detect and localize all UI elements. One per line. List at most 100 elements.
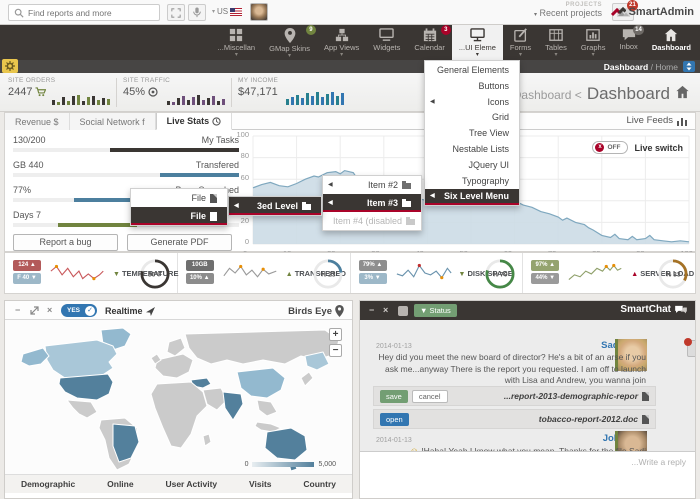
search-icon (14, 8, 24, 18)
collapse-button[interactable]: − (15, 305, 20, 316)
kpi-badge: 3% ▼ (359, 273, 387, 284)
live-switch-label: Live switch (634, 143, 683, 153)
reply-textarea[interactable] (360, 452, 695, 498)
region-europe (155, 354, 193, 378)
tab-demographic[interactable]: Demographic (21, 479, 75, 489)
menu-item-grid[interactable]: Grid (425, 110, 519, 126)
calendar-badge: 3 (441, 25, 451, 35)
gear-icon (5, 61, 15, 71)
nav-item-graphs[interactable]: Graphs▾ (574, 25, 613, 60)
menu-item-file-2[interactable]: File (131, 207, 227, 225)
svg-text:% 79: % 79 (493, 271, 508, 278)
projects-dropdown[interactable]: PROJECTS ▾ Recent projects (534, 2, 602, 18)
call-icon[interactable] (687, 340, 695, 357)
chat-panel-header: − × ▼ Status SmartChat (360, 301, 695, 320)
fullscreen-icon (171, 8, 181, 18)
menu-item-jquery-ui[interactable]: JQuery UI (425, 158, 519, 174)
continent-africa (151, 382, 207, 448)
close-button[interactable]: × (47, 305, 52, 316)
tab-online[interactable]: Online (107, 479, 133, 489)
search-box[interactable] (8, 4, 160, 21)
tab-country[interactable]: Country (303, 479, 336, 489)
nav-item-forms[interactable]: Forms▾ (503, 25, 538, 60)
menu-item-nestable-lists[interactable]: Nestable Lists (425, 142, 519, 158)
menu-item-2[interactable]: ◀Item #2 (323, 176, 421, 194)
world-map[interactable]: + − 0 5,000 (5, 320, 352, 474)
realtime-label: Realtime (105, 306, 155, 316)
voice-command-button[interactable] (188, 4, 206, 21)
brand-logo: SmartAdmin (611, 5, 694, 18)
stat-site-traffic: SITE TRAFFIC 45% (123, 77, 228, 108)
country-brazil (113, 424, 139, 462)
menu-item-six-level-menu[interactable]: ◀Six Level Menu (425, 189, 519, 205)
cancel-button[interactable]: cancel (412, 390, 448, 403)
nav-item-gmap-skins[interactable]: 9 GMap Skins▾ (262, 25, 317, 60)
tab-live-stats[interactable]: Live Stats (156, 113, 233, 130)
attachment-filename[interactable]: ...report-2013-demographic-repor (504, 391, 649, 401)
collapse-button[interactable]: − (369, 305, 374, 316)
menu-item-tree-view[interactable]: Tree View (425, 126, 519, 142)
language-selector[interactable]: ▾ US (212, 7, 242, 16)
live-switch-toggle[interactable]: x OFF (592, 141, 628, 154)
menu-item-buttons[interactable]: Buttons (425, 79, 519, 95)
generate-pdf-button[interactable]: Generate PDF (127, 234, 232, 251)
menu-item-file-1[interactable]: File (131, 189, 227, 207)
tab-social-network[interactable]: Social Network f (70, 113, 156, 130)
page-title: My Dashboard < Dashboard (493, 84, 690, 104)
kpi-gauge: % 79 (484, 258, 516, 290)
tab-user-activity[interactable]: User Activity (165, 479, 217, 489)
trend-down-icon: ▼ (459, 271, 466, 278)
kpi-row: 124 ▲ F 40 ▼ ▼TEMPERATURE 36°F 10GB 10% … (4, 252, 696, 294)
map-panel-header: − × YES ✓ Realtime Birds Eye (5, 301, 352, 320)
map-zoom-in-button[interactable]: + (329, 328, 342, 341)
save-button[interactable]: save (380, 390, 408, 403)
report-bug-button[interactable]: Report a bug (13, 234, 118, 251)
status-button[interactable]: ▼ Status (414, 304, 457, 317)
chat-messages[interactable]: 2014-01-13 Sadi Orlaf Hey did you meet t… (360, 320, 695, 451)
menu-item-icons[interactable]: ◀Icons (425, 95, 519, 111)
orders-sparkline (52, 95, 110, 105)
realtime-toggle[interactable]: YES ✓ (61, 304, 97, 317)
kpi-badge: 79% ▲ (359, 260, 387, 271)
close-button[interactable]: × (383, 305, 388, 316)
user-status-icon[interactable] (398, 306, 408, 316)
ribbon-refresh-button[interactable] (683, 61, 695, 72)
menu-item-general-elements[interactable]: General Elements (425, 63, 519, 79)
projects-value: Recent projects (539, 8, 602, 18)
income-sparkline (286, 92, 344, 105)
calendar-icon (423, 28, 437, 42)
breadcrumb-current[interactable]: Dashboard (604, 62, 648, 72)
nav-item-miscellaneous[interactable]: ...Miscellan▾ (211, 25, 263, 60)
tab-revenue[interactable]: Revenue $ (5, 113, 70, 130)
nav-item-dashboard[interactable]: Dashboard (645, 25, 698, 60)
menu-item-typography[interactable]: Typography (425, 174, 519, 190)
expand-button[interactable] (30, 306, 39, 318)
menu-item-3ed-level[interactable]: ◀3ed Level (229, 197, 321, 215)
kpi-sparkline (395, 261, 453, 285)
country-china (237, 368, 285, 398)
open-button[interactable]: open (380, 413, 409, 426)
us-flag-icon (230, 8, 242, 16)
nav-item-app-views[interactable]: App Views▾ (317, 25, 366, 60)
menu-item-3[interactable]: ◀Item #3 (323, 194, 421, 212)
user-avatar[interactable] (250, 3, 268, 21)
folder-icon (406, 219, 415, 225)
nav-item-widgets[interactable]: Widgets (366, 25, 407, 60)
tab-visits[interactable]: Visits (249, 479, 272, 489)
search-input[interactable] (28, 8, 154, 18)
panel-tabs: Revenue $ Social Network f Live Stats Li… (5, 113, 695, 130)
live-feeds-label[interactable]: Live Feeds (627, 115, 687, 126)
attachment-row: open tobacco-report-2012.doc (373, 409, 656, 429)
breadcrumb-home[interactable]: Home (655, 62, 678, 72)
nav-item-inbox[interactable]: 14 Inbox (612, 25, 644, 60)
feeds-chart-icon (677, 116, 687, 126)
nav-item-ui-elements[interactable]: ...UI Eleme▾ (452, 25, 503, 60)
nav-item-tables[interactable]: Tables▾ (538, 25, 574, 60)
nav-item-calendar[interactable]: 3 Calendar (407, 25, 451, 60)
check-icon: ✓ (85, 306, 95, 316)
message-text: Hey did you meet the new board of direct… (372, 352, 646, 387)
map-zoom-out-button[interactable]: − (329, 344, 342, 357)
attachment-filename[interactable]: tobacco-report-2012.doc (539, 414, 649, 424)
fullscreen-button[interactable] (167, 4, 185, 21)
settings-button[interactable] (2, 59, 18, 73)
